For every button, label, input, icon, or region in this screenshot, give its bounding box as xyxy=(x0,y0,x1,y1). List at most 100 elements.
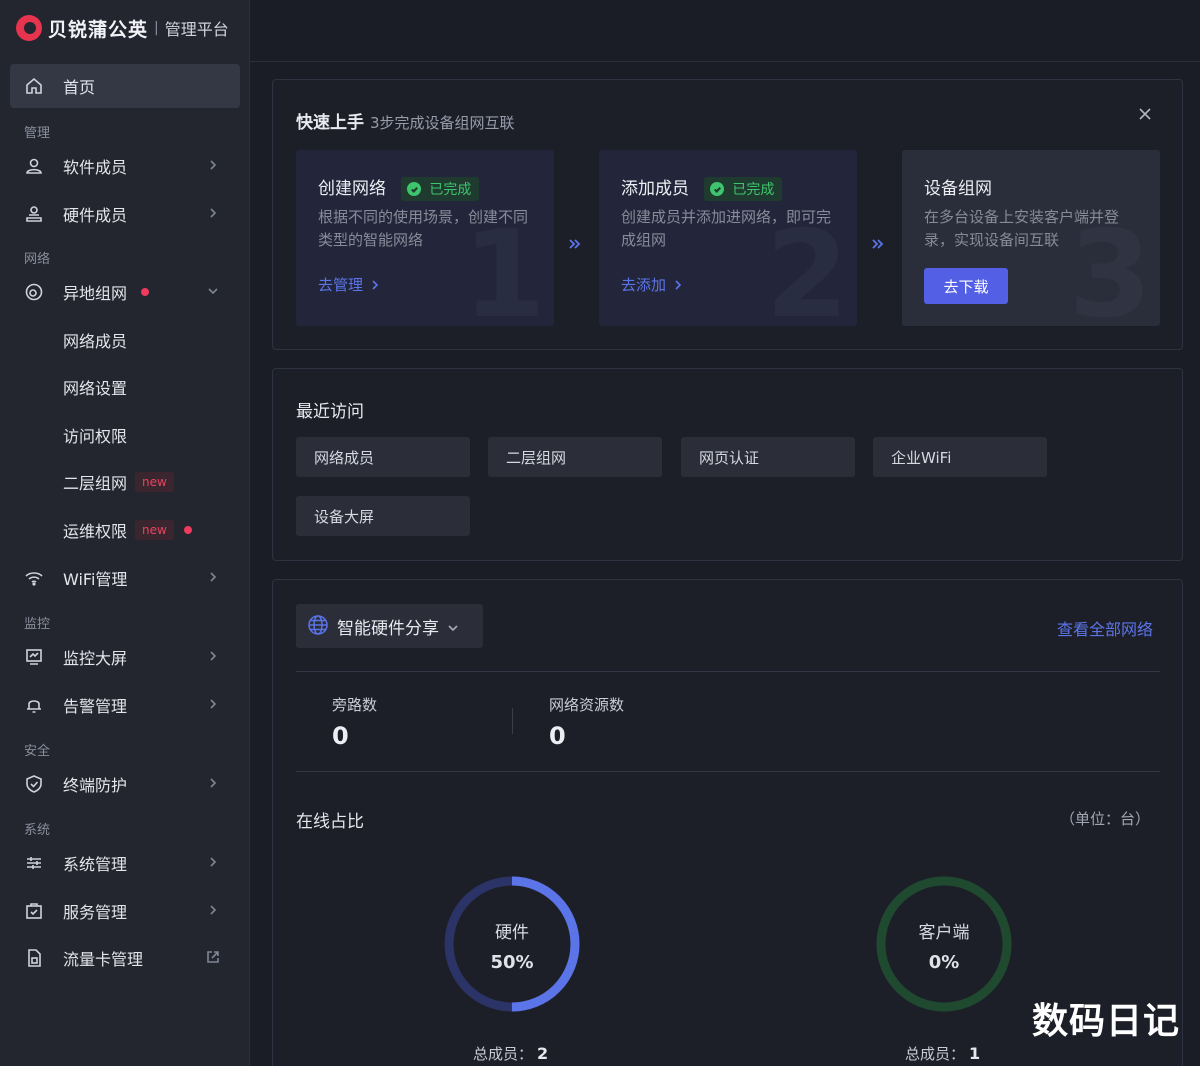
recent-item[interactable]: 网络成员 xyxy=(296,437,470,477)
recent-item[interactable]: 企业WiFi xyxy=(873,437,1047,477)
step-card-device-network: 3 设备组网 在多台设备上安装客户端并登录，实现设备间互联 去下载 xyxy=(902,150,1160,326)
donut-hardware: 硬件 50% xyxy=(444,876,580,1012)
group-label-security: 安全 xyxy=(24,744,51,759)
new-badge: new xyxy=(135,472,174,492)
sidebar-item-label: 二层组网 xyxy=(63,474,128,493)
sidebar-item-system-management[interactable]: 系统管理 xyxy=(10,841,240,885)
chevron-right-icon xyxy=(206,854,224,872)
sidebar-item-home[interactable]: 首页 xyxy=(10,64,240,108)
sidebar-item-ops-permissions[interactable]: 运维权限 new xyxy=(10,508,240,552)
go-manage-link[interactable]: 去管理 xyxy=(318,274,381,295)
step-title: 创建网络 已完成 xyxy=(318,174,480,201)
sidebar-item-network-members[interactable]: 网络成员 xyxy=(10,318,240,362)
recent-item[interactable]: 设备大屏 xyxy=(296,496,470,536)
donut-label: 客户端 xyxy=(918,923,970,943)
total-members-hardware: 总成员： 2 xyxy=(473,1043,548,1064)
brand-header[interactable]: 贝锐蒲公英 | 管理平台 xyxy=(0,0,249,56)
chevron-down-icon xyxy=(206,283,224,301)
sidebar-item-label: 访问权限 xyxy=(63,427,128,446)
brand-separator: | xyxy=(154,20,159,36)
donut-track xyxy=(876,876,1012,1012)
group-label-network: 网络 xyxy=(24,252,51,267)
step-description: 根据不同的使用场景，创建不同类型的智能网络 xyxy=(318,208,529,249)
close-icon[interactable] xyxy=(1138,106,1154,122)
step-title: 添加成员 已完成 xyxy=(621,174,783,201)
sliders-icon xyxy=(23,852,45,874)
chevron-right-icon xyxy=(206,902,224,920)
sidebar-item-access-permissions[interactable]: 访问权限 xyxy=(10,413,240,457)
donut-percent: 0% xyxy=(928,952,960,973)
sidebar-item-label: 网络成员 xyxy=(63,332,128,351)
recent-item[interactable]: 网页认证 xyxy=(681,437,855,477)
sidebar-item-hardware-members[interactable]: 硬件成员 xyxy=(10,192,240,236)
user-icon xyxy=(23,155,45,177)
sidebar-item-network-settings[interactable]: 网络设置 xyxy=(10,365,240,409)
sidebar-item-monitor-screen[interactable]: 监控大屏 xyxy=(10,635,240,679)
check-circle-icon xyxy=(710,182,725,196)
top-bar xyxy=(250,0,1200,62)
total-label: 总成员： xyxy=(905,1045,966,1063)
chevron-right-icon xyxy=(206,696,224,714)
done-badge-label: 已完成 xyxy=(429,182,472,198)
sidebar-item-label: WiFi管理 xyxy=(63,570,128,589)
sidebar-item-software-members[interactable]: 软件成员 xyxy=(10,144,240,188)
go-add-link[interactable]: 去添加 xyxy=(621,274,684,295)
chevron-right-icon xyxy=(206,205,224,223)
globe-icon xyxy=(307,614,331,638)
new-badge: new xyxy=(135,520,174,540)
quickstart-title: 快速上手 3步完成设备组网互联 xyxy=(296,108,515,133)
sidebar-item-service-management[interactable]: 服务管理 xyxy=(10,889,240,933)
watermark-text: 数码日记 xyxy=(1031,1001,1180,1042)
done-badge-label: 已完成 xyxy=(732,182,775,198)
sidebar-item-traffic-card[interactable]: 流量卡管理 xyxy=(10,936,240,980)
sidebar-item-label: 首页 xyxy=(63,78,96,97)
quickstart-subtitle: 3步完成设备组网互联 xyxy=(370,114,515,132)
divider xyxy=(296,671,1160,672)
group-label-system: 系统 xyxy=(24,823,51,838)
unit-label: （单位：台） xyxy=(1059,810,1150,828)
network-select[interactable]: 智能硬件分享 xyxy=(296,604,483,648)
total-label: 总成员： xyxy=(473,1045,534,1063)
sidebar-item-remote-network[interactable]: 异地组网 xyxy=(10,270,240,314)
double-chevron-icon xyxy=(567,236,585,254)
chevron-right-icon xyxy=(206,569,224,587)
sidebar-item-label: 终端防护 xyxy=(63,776,128,795)
sidebar: 贝锐蒲公英 | 管理平台 首页 管理 软件成员 硬件成员 网络 异地组网 网络成… xyxy=(0,0,250,1066)
done-badge: 已完成 xyxy=(401,177,480,201)
view-all-networks-link[interactable]: 查看全部网络 xyxy=(1057,616,1153,640)
sidebar-item-layer2-network[interactable]: 二层组网 new xyxy=(10,460,240,504)
network-ring-icon xyxy=(23,281,45,303)
network-select-value: 智能硬件分享 xyxy=(337,618,439,639)
done-badge: 已完成 xyxy=(704,177,783,201)
sidebar-item-endpoint-protection[interactable]: 终端防护 xyxy=(10,762,240,806)
total-value: 2 xyxy=(537,1044,549,1063)
online-ratio-title: 在线占比 xyxy=(296,812,364,832)
chevron-right-icon xyxy=(372,279,379,290)
brand-subtitle: 管理平台 xyxy=(164,20,229,39)
recent-title: 最近访问 xyxy=(296,402,364,422)
stat-value-resources: 0 xyxy=(549,722,566,750)
sidebar-item-wifi[interactable]: WiFi管理 xyxy=(10,556,240,600)
step-description: 创建成员并添加进网络，即可完成组网 xyxy=(621,208,832,249)
chevron-right-icon xyxy=(675,279,682,290)
donut-percent: 50% xyxy=(490,952,534,973)
main-content: 快速上手 3步完成设备组网互联 1 创建网络 已完成 根据不同的使用场景，创建不同… xyxy=(250,0,1200,1066)
monitor-icon xyxy=(23,646,45,668)
bell-icon xyxy=(23,694,45,716)
stat-label-resources: 网络资源数 xyxy=(549,696,625,714)
sidebar-item-alert-management[interactable]: 告警管理 xyxy=(10,683,240,727)
recent-item[interactable]: 二层组网 xyxy=(488,437,662,477)
download-button[interactable]: 去下载 xyxy=(924,268,1008,304)
step-title-text: 添加成员 xyxy=(621,179,689,199)
service-box-icon xyxy=(23,900,45,922)
sidebar-item-label: 告警管理 xyxy=(63,697,128,716)
shield-icon xyxy=(23,773,45,795)
group-label-manage: 管理 xyxy=(24,126,51,141)
brand-name: 贝锐蒲公英 xyxy=(48,18,149,41)
sim-card-icon xyxy=(23,947,45,969)
recent-visits-card: 最近访问 网络成员 二层组网 网页认证 企业WiFi 设备大屏 xyxy=(272,368,1183,561)
step-card-add-members: 2 添加成员 已完成 创建成员并添加进网络，即可完成组网 去添加 xyxy=(599,150,857,326)
check-circle-icon xyxy=(407,182,422,196)
donut-label: 硬件 xyxy=(495,923,529,943)
total-value: 1 xyxy=(969,1044,981,1063)
